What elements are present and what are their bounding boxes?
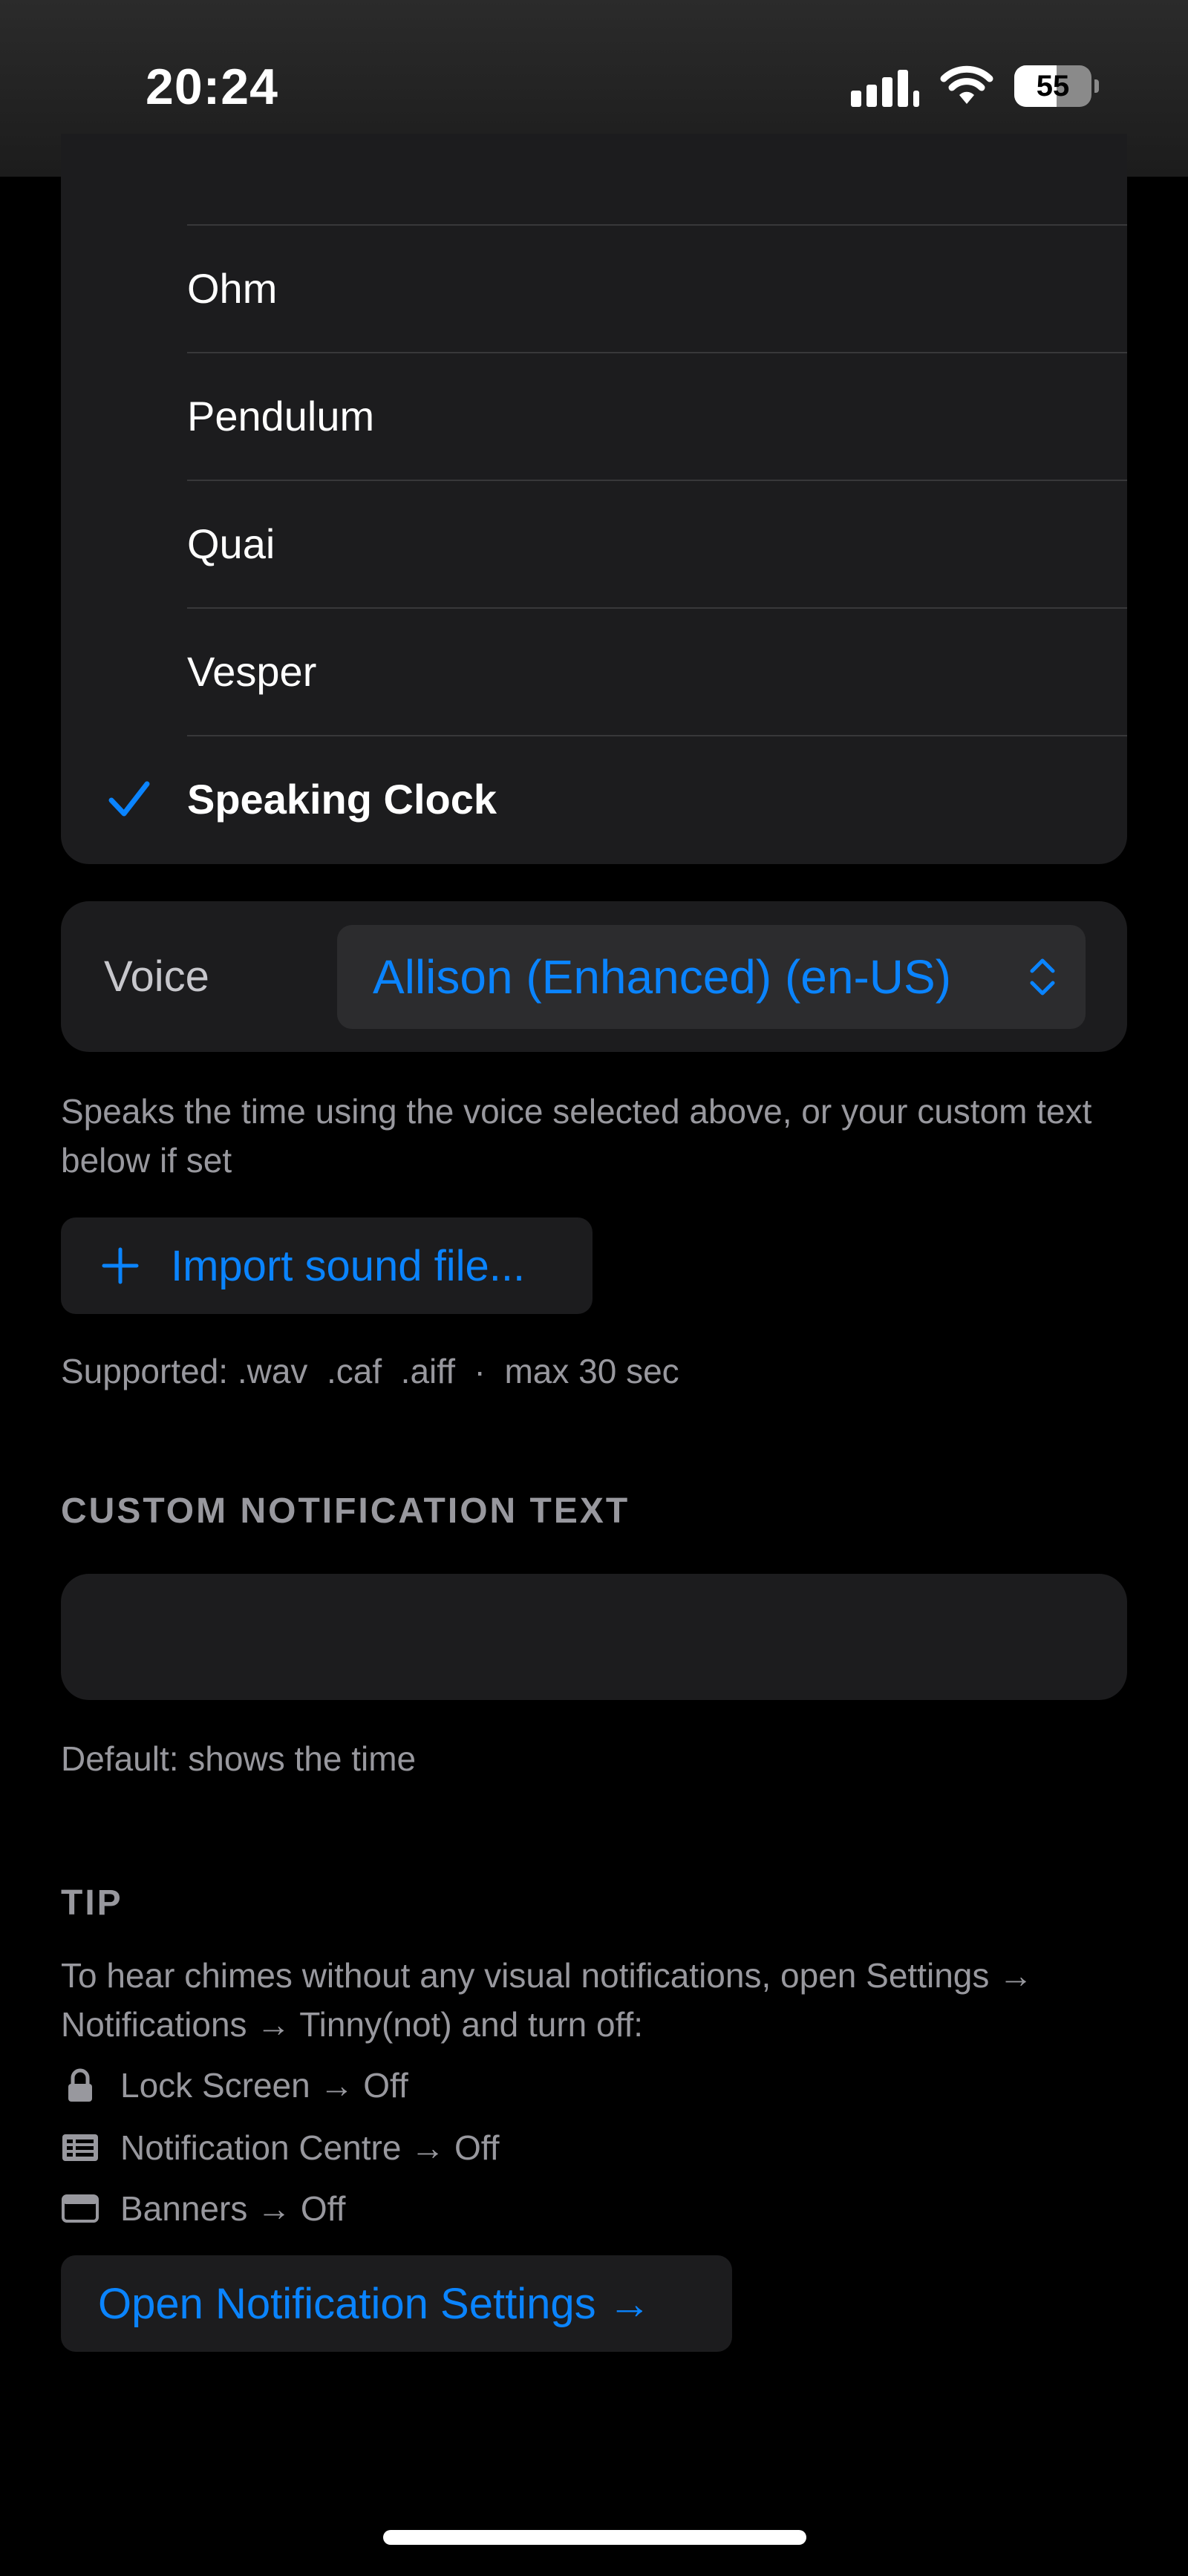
voice-picker[interactable]: Allison (Enhanced) (en-US) xyxy=(337,925,1086,1029)
list-item-selected[interactable]: Speaking Clock xyxy=(108,735,1127,863)
tip-item-label: Banners → Off xyxy=(120,2189,346,2228)
home-indicator[interactable] xyxy=(383,2530,806,2545)
custom-text-footnote: Default: shows the time xyxy=(61,1739,417,1778)
tip-item-label: Notification Centre → Off xyxy=(120,2128,500,2167)
list-item[interactable]: Vesper xyxy=(187,607,1127,735)
custom-notification-text-field[interactable] xyxy=(61,1574,1127,1700)
status-time: 20:24 xyxy=(146,59,278,115)
tip-item-notification-centre: Notification Centre → Off xyxy=(61,2128,499,2168)
import-sound-label: Import sound file... xyxy=(171,1241,526,1290)
list-item-label: Quai xyxy=(187,520,275,567)
tip-item-label: Lock Screen → Off xyxy=(120,2066,408,2105)
notification-centre-icon xyxy=(62,2134,98,2161)
tip-body: To hear chimes without any visual notifi… xyxy=(61,1956,1034,2044)
supported-formats: Supported: .wav .caf .aiff · max 30 sec xyxy=(61,1352,679,1390)
checkmark-icon xyxy=(108,781,150,817)
plus-icon xyxy=(102,1247,139,1284)
custom-text-header: CUSTOM NOTIFICATION TEXT xyxy=(61,1491,630,1531)
lock-icon xyxy=(68,2068,92,2102)
sound-list-card: Ohm Pendulum Quai Vesper Speaking Clock xyxy=(61,134,1127,864)
tip-header: TIP xyxy=(61,1883,123,1923)
import-sound-button[interactable]: Import sound file... xyxy=(61,1217,593,1314)
voice-picker-value: Allison (Enhanced) (en-US) xyxy=(373,950,951,1004)
wifi-icon xyxy=(940,65,993,104)
list-item-label: Speaking Clock xyxy=(187,775,497,823)
cellular-signal-icon xyxy=(851,65,919,107)
battery-level: 55 xyxy=(1036,69,1070,102)
chevron-up-down-icon xyxy=(1030,958,1055,996)
list-item[interactable]: Pendulum xyxy=(187,352,1127,480)
voice-label: Voice xyxy=(104,952,209,1001)
voice-card: Voice Allison (Enhanced) (en-US) xyxy=(61,901,1127,1052)
list-item-label: Ohm xyxy=(187,264,278,312)
list-item[interactable]: Ohm xyxy=(187,224,1127,352)
tip-item-lock-screen: Lock Screen → Off xyxy=(61,2065,408,2105)
tip-item-banners: Banners → Off xyxy=(61,2188,345,2229)
open-notification-settings-label: Open Notification Settings → xyxy=(98,2279,651,2328)
list-item-label: Pendulum xyxy=(187,392,375,439)
list-item[interactable]: Quai xyxy=(187,480,1127,607)
status-icons: 55 xyxy=(851,65,1099,107)
battery-icon: 55 xyxy=(1014,65,1099,107)
open-notification-settings-button[interactable]: Open Notification Settings → xyxy=(61,2255,732,2352)
banner-icon xyxy=(62,2194,99,2223)
list-item-label: Vesper xyxy=(187,647,317,695)
voice-footnote: Speaks the time using the voice selected… xyxy=(61,1092,1092,1180)
